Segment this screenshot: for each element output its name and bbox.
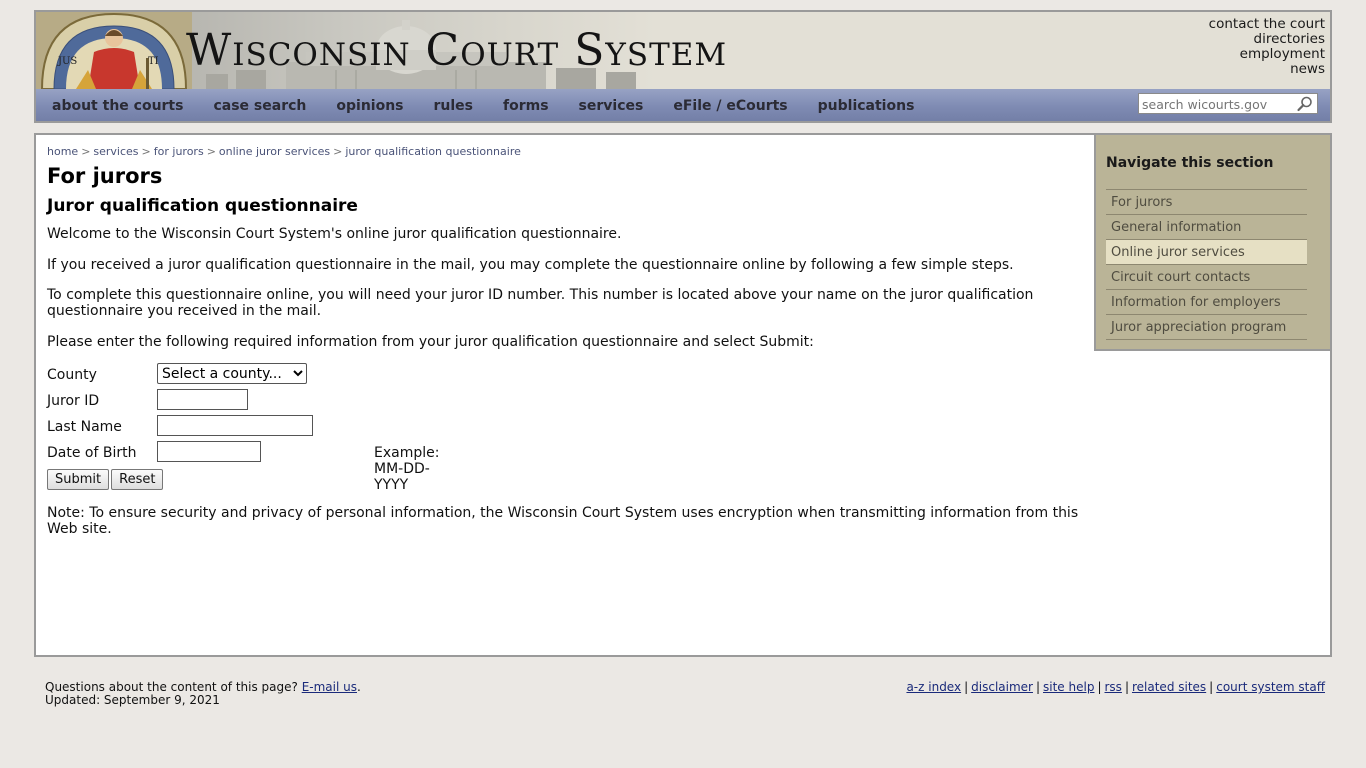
svg-text:TI: TI [148,56,159,67]
site-title[interactable]: Wisconsin Court System [186,26,727,76]
footer-link-separator: | [1209,680,1214,694]
juror-id-label: Juror ID [47,393,100,409]
site-search-box [1138,93,1318,114]
section-nav: Navigate this section For jurors General… [1094,133,1332,351]
footer-contact: Questions about the content of this page… [45,681,361,707]
received-paragraph: If you received a juror qualification qu… [47,257,1014,273]
section-nav-link-online-juror-services[interactable]: Online juror services [1106,240,1307,264]
breadcrumb-for-jurors[interactable]: for jurors [154,145,204,158]
site-search-input[interactable] [1139,95,1292,114]
section-nav-link-for-jurors[interactable]: For jurors [1106,190,1307,214]
court-system-staff-link[interactable]: court system staff [1216,680,1325,694]
disclaimer-link[interactable]: disclaimer [971,680,1033,694]
az-index-link[interactable]: a-z index [906,680,961,694]
page-title: For jurors [47,164,163,188]
juror-id-input[interactable] [157,389,248,410]
form-buttons: Submit Reset [47,469,1087,491]
breadcrumb-services[interactable]: services [93,145,138,158]
breadcrumb-separator: > [206,145,216,158]
section-nav-item-for-jurors: For jurors [1106,190,1307,215]
section-nav-list: For jurors General information Online ju… [1106,189,1307,340]
breadcrumb-home[interactable]: home [47,145,78,158]
section-nav-item-general-information: General information [1106,215,1307,240]
section-nav-item-online-juror-services: Online juror services [1106,240,1307,265]
breadcrumb-online-juror-services[interactable]: online juror services [219,145,330,158]
footer-updated-date: Updated: September 9, 2021 [45,693,220,707]
breadcrumb-separator: > [81,145,91,158]
content-area: home > services > for jurors > online juror se… [47,145,1087,537]
svg-text:JUS: JUS [57,56,77,67]
nav-efile-ecourts[interactable]: eFile / eCourts [657,89,801,121]
section-nav-item-information-for-employers: Information for employers [1106,290,1307,315]
nav-forms[interactable]: forms [487,89,563,121]
site-header: JUS TI Wisconsin Court System contact th… [34,10,1332,123]
last-name-label: Last Name [47,419,122,435]
rss-link[interactable]: rss [1105,680,1122,694]
county-label: County [47,367,97,383]
section-nav-link-information-for-employers[interactable]: Information for employers [1106,290,1307,314]
related-sites-link[interactable]: related sites [1132,680,1206,694]
site-help-link[interactable]: site help [1043,680,1094,694]
breadcrumb: home > services > for jurors > online juror se… [47,145,1087,159]
juror-questionnaire-form: County Select a county... Juror ID Last … [47,363,1087,493]
main-nav-bar: about the courts case search opinions rules… [36,89,1330,121]
nav-services[interactable]: services [563,89,658,121]
section-nav-title: Navigate this section [1106,155,1274,171]
last-name-input[interactable] [157,415,313,436]
section-nav-item-circuit-court-contacts: Circuit court contacts [1106,265,1307,290]
employment-link[interactable]: employment [1209,47,1325,62]
banner: JUS TI Wisconsin Court System contact th… [36,12,1330,89]
dob-example-text: Example: MM-DD-YYYY [374,445,440,493]
welcome-paragraph: Welcome to the Wisconsin Court System's … [47,226,622,242]
nav-case-search[interactable]: case search [197,89,320,121]
email-us-link[interactable]: E-mail us [302,680,357,694]
contact-the-court-link[interactable]: contact the court [1209,17,1325,32]
dob-input[interactable] [157,441,261,462]
footer-link-separator: | [964,680,969,694]
justice-figure-logo: JUS TI [36,12,192,89]
breadcrumb-separator: > [141,145,151,158]
instructions-paragraph: Please enter the following required info… [47,334,814,350]
utility-links: contact the court directories employment… [1209,17,1325,77]
nav-publications[interactable]: publications [802,89,929,121]
dob-row: Date of Birth Example: MM-DD-YYYY [47,441,1087,493]
footer-link-separator: | [1097,680,1102,694]
nav-about-the-courts[interactable]: about the courts [36,89,197,121]
footer-link-separator: | [1035,680,1041,694]
breadcrumb-juror-qualification-questionnaire[interactable]: juror qualification questionnaire [345,145,521,158]
directories-link[interactable]: directories [1209,32,1326,47]
juror-id-paragraph: To complete this questionnaire online, y… [47,287,1034,319]
footer-question-text: Questions about the content of this page… [45,680,298,694]
news-link[interactable]: news [1209,62,1325,77]
county-select[interactable]: Select a county... [157,363,307,384]
county-row: County Select a county... [47,363,1087,389]
search-icon[interactable] [1296,95,1314,113]
security-note: Note: To ensure security and privacy of … [47,505,1079,537]
last-name-row: Last Name [47,415,1087,441]
breadcrumb-separator: > [333,145,343,158]
section-nav-link-juror-appreciation-program[interactable]: Juror appreciation program [1106,315,1307,339]
submit-button[interactable]: Submit [47,469,110,490]
nav-opinions[interactable]: opinions [320,89,417,121]
nav-rules[interactable]: rules [418,89,488,121]
section-nav-item-juror-appreciation-program: Juror appreciation program [1106,315,1307,340]
section-nav-link-circuit-court-contacts[interactable]: Circuit court contacts [1106,265,1307,289]
footer-link-separator: | [1124,680,1129,694]
juror-id-row: Juror ID [47,389,1087,415]
footer-period: . [357,680,361,694]
reset-button[interactable]: Reset [111,469,164,490]
footer-links: a-z index | disclaimer | site help | rss | relat… [906,681,1325,694]
page-subtitle: Juror qualification questionnaire [47,196,358,216]
section-nav-link-general-information[interactable]: General information [1106,215,1307,239]
dob-label: Date of Birth [47,445,137,461]
